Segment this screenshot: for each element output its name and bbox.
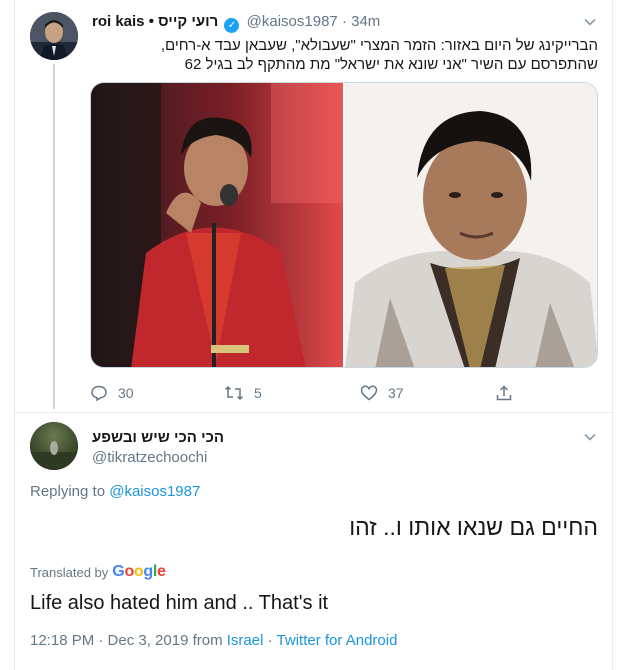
photo-singer-portrait[interactable] bbox=[345, 83, 597, 367]
handle[interactable]: @kaisos1987 bbox=[247, 13, 338, 30]
thread-line bbox=[53, 64, 55, 409]
timeline-border-left bbox=[14, 0, 15, 670]
media-grid[interactable] bbox=[90, 82, 598, 368]
translated-by: Translated by Google bbox=[30, 563, 166, 581]
like-button[interactable]: 37 bbox=[360, 382, 404, 404]
tweet-text-line: הברייקינג של היום באזור: הזמר המצרי "שעב… bbox=[160, 37, 598, 54]
tweet-meta: 12:18 PM · Dec 3, 2019 from Israel · Twi… bbox=[30, 632, 397, 649]
google-logo[interactable]: Google bbox=[112, 563, 166, 581]
tweet-text: הברייקינג של היום באזור: הזמר המצרי "שעב… bbox=[92, 36, 598, 74]
tweet-text: החיים גם שנאו אותו ו.. זהו bbox=[349, 514, 598, 540]
location-link[interactable]: Israel bbox=[227, 632, 264, 649]
replying-to: Replying to @kaisos1987 bbox=[30, 483, 200, 500]
timeline-border-right bbox=[612, 0, 613, 670]
retweet-count: 5 bbox=[254, 385, 262, 401]
translated-text: Life also hated him and .. That's it bbox=[30, 592, 329, 614]
avatar[interactable] bbox=[30, 12, 78, 60]
tweet-text-line: שהתפרסם עם השיר "אני שונא את ישראל" מת מ… bbox=[184, 56, 598, 73]
chevron-down-icon[interactable] bbox=[583, 15, 597, 29]
reply-count: 30 bbox=[118, 385, 134, 401]
translated-by-label: Translated by bbox=[30, 564, 109, 580]
share-button[interactable] bbox=[495, 382, 513, 404]
tweet-divider bbox=[15, 412, 612, 413]
display-name[interactable]: הכי הכי שיש ובשפע bbox=[92, 429, 224, 446]
replying-to-link[interactable]: @kaisos1987 bbox=[109, 483, 200, 500]
tweet-header: roi kais • רועי קייס ✓ @kaisos1987 · 34m bbox=[92, 12, 380, 33]
tweet-timestamp[interactable]: 12:18 PM · Dec 3, 2019 from bbox=[30, 632, 223, 649]
replying-prefix: Replying to bbox=[30, 483, 106, 500]
chevron-down-icon[interactable] bbox=[583, 430, 597, 444]
share-icon bbox=[496, 385, 512, 401]
retweet-button[interactable]: 5 bbox=[224, 382, 262, 404]
avatar[interactable] bbox=[30, 422, 78, 470]
reply-button[interactable]: 30 bbox=[90, 382, 134, 404]
timestamp[interactable]: 34m bbox=[351, 13, 380, 30]
source-link[interactable]: Twitter for Android bbox=[277, 632, 398, 649]
handle[interactable]: @tikratzechoochi bbox=[92, 449, 207, 466]
photo-singer-stage[interactable] bbox=[91, 83, 343, 367]
retweet-icon bbox=[224, 385, 244, 401]
verified-icon: ✓ bbox=[224, 18, 240, 33]
reply-icon bbox=[91, 385, 107, 402]
meta-separator: · bbox=[267, 632, 273, 649]
display-name[interactable]: roi kais • רועי קייס bbox=[92, 13, 218, 30]
like-count: 37 bbox=[388, 385, 404, 401]
like-icon bbox=[360, 385, 378, 401]
separator: · bbox=[341, 13, 347, 30]
